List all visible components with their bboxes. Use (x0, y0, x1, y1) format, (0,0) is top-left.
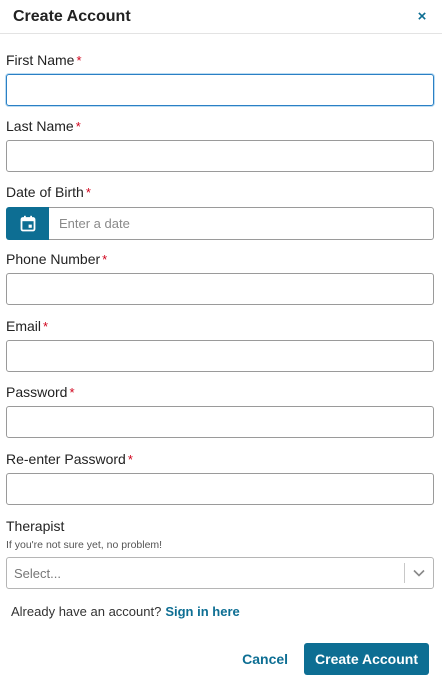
signin-link[interactable]: Sign in here (165, 604, 239, 619)
required-mark: * (76, 53, 82, 68)
therapist-hint: If you're not sure yet, no problem! (6, 539, 163, 551)
first-name-input[interactable] (6, 74, 434, 106)
chevron-down-icon[interactable] (405, 569, 433, 577)
required-mark: * (127, 452, 133, 467)
first-name-label-text: First Name (6, 52, 75, 68)
therapist-select[interactable]: Select... (6, 557, 434, 589)
cancel-button[interactable]: Cancel (242, 651, 288, 667)
phone-label-text: Phone Number (6, 251, 101, 267)
dob-label-text: Date of Birth (6, 184, 84, 200)
dialog-footer: Cancel Create Account (0, 632, 442, 686)
therapist-select-value: Select... (14, 565, 61, 581)
date-picker-button[interactable] (6, 207, 49, 240)
last-name-label-text: Last Name (6, 118, 74, 134)
dob-field (6, 207, 434, 240)
phone-label: Phone Number * (6, 251, 107, 267)
reenter-password-input[interactable] (6, 473, 434, 505)
password-input[interactable] (6, 406, 434, 438)
reenter-password-label: Re-enter Password * (6, 451, 133, 467)
required-mark: * (85, 185, 91, 200)
signin-row: Already have an account? Sign in here (11, 604, 240, 619)
first-name-label: First Name * (6, 52, 82, 68)
required-mark: * (75, 119, 81, 134)
calendar-icon (20, 215, 35, 232)
required-mark: * (102, 252, 108, 267)
reenter-password-label-text: Re-enter Password (6, 451, 126, 467)
phone-input[interactable] (6, 273, 434, 305)
dialog-title: Create Account (13, 7, 131, 25)
create-account-button[interactable]: Create Account (304, 643, 429, 675)
dob-label: Date of Birth * (6, 184, 91, 200)
dob-input[interactable] (49, 207, 434, 240)
password-label: Password * (6, 384, 75, 400)
required-mark: * (69, 385, 75, 400)
therapist-label: Therapist (6, 518, 65, 534)
required-mark: * (43, 319, 49, 334)
email-label-text: Email (6, 318, 42, 334)
email-input[interactable] (6, 340, 434, 372)
signin-prompt: Already have an account? (11, 604, 162, 619)
password-label-text: Password (6, 384, 68, 400)
last-name-input[interactable] (6, 140, 434, 172)
close-icon[interactable]: × (414, 8, 430, 25)
last-name-label: Last Name * (6, 118, 81, 134)
email-label: Email * (6, 318, 48, 334)
dialog-header: Create Account × (0, 0, 442, 34)
